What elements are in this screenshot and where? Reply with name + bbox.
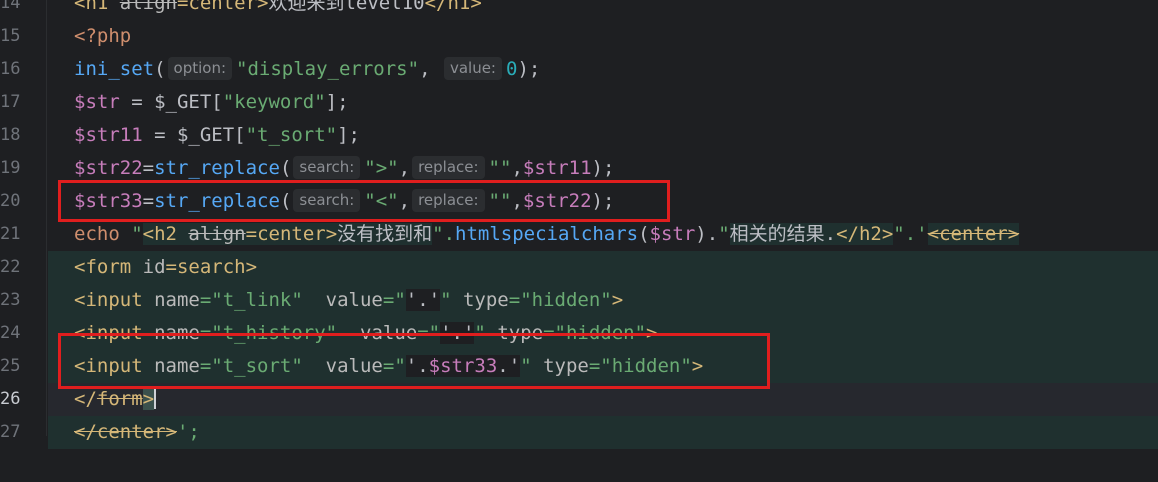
h1-text: 欢迎来到level10 <box>268 0 425 14</box>
function-name: ini_set <box>74 58 155 80</box>
number-literal: 0 <box>505 58 518 80</box>
h2-text: 没有找到和 <box>337 223 433 245</box>
code-line-14[interactable]: <h1 align=center>欢迎来到level10</h1> <box>48 0 1158 20</box>
code-line-21[interactable]: echo "<h2 align=center>没有找到和".htmlspecia… <box>48 218 1158 251</box>
line-number: 21 <box>0 224 21 244</box>
code-line-18[interactable]: $str11 = $_GET["t_sort"]; <box>48 119 1158 152</box>
string-literal: ">" <box>364 157 399 179</box>
h2-text: 相关的结果. <box>729 223 837 245</box>
statement-end: ]; <box>325 91 349 113</box>
code-line-17[interactable]: $str = $_GET["keyword"]; <box>48 86 1158 119</box>
variable: $str22 <box>74 157 143 179</box>
h1-close-tag: </h1> <box>424 0 482 14</box>
code-line-15[interactable]: <?php <box>48 20 1158 53</box>
get-access: = $_GET[ <box>142 124 246 146</box>
line-number: 23 <box>0 290 21 310</box>
param-hint-option: option: <box>167 57 233 80</box>
paren-close: ); <box>517 58 541 80</box>
align-attr: align <box>119 0 177 14</box>
string-quote: ". <box>432 223 456 245</box>
string-end: '; <box>176 421 200 443</box>
line-number: 25 <box>0 356 21 376</box>
param-hint-value: value: <box>443 57 502 80</box>
line-number: 18 <box>0 125 21 145</box>
form-close-end: > <box>142 388 155 410</box>
id-attr: id <box>142 256 166 278</box>
echo-keyword: echo <box>74 223 120 245</box>
paren: ( <box>154 58 166 80</box>
line-number: 15 <box>0 26 21 46</box>
id-value: =search> <box>165 256 258 278</box>
comma: , <box>419 58 442 80</box>
type-value: ="hidden" <box>508 289 612 311</box>
function-name: str_replace <box>154 157 280 179</box>
statement-end: ); <box>591 157 615 179</box>
name-value: ="t_link" <box>199 289 303 311</box>
code-line-23[interactable]: <input name="t_link" value="'.'" type="h… <box>48 284 1158 317</box>
string-literal: "" <box>488 157 512 179</box>
line-number: 17 <box>0 92 21 112</box>
string-quote: ".' <box>893 223 928 245</box>
function-name: htmlspecialchars <box>455 223 639 245</box>
line-number: 16 <box>0 59 21 79</box>
comma: , <box>511 157 523 179</box>
value-open: =" <box>382 289 406 311</box>
variable: $str <box>74 91 120 113</box>
text-cursor <box>154 387 157 409</box>
variable: $str <box>649 223 696 245</box>
variable: $str11 <box>522 157 592 179</box>
paren: ( <box>638 223 650 245</box>
type-attr: type <box>451 289 509 311</box>
form-close-open: </ <box>74 388 97 410</box>
line-number: 20 <box>0 191 21 211</box>
statement-end: ]; <box>337 124 360 146</box>
line-number: 24 <box>0 323 21 343</box>
align-attr: align <box>188 223 246 245</box>
h1-open-tag: <h1 <box>74 0 120 14</box>
form-open-tag: <form <box>74 256 143 278</box>
code-line-22[interactable]: <form id=search> <box>48 251 1158 284</box>
highlight-box-t-sort <box>58 333 770 389</box>
center-close-tag: </center> <box>74 421 177 443</box>
value-close: " <box>440 289 452 311</box>
form-close-name: form <box>96 388 143 410</box>
line-number: 19 <box>0 158 21 178</box>
highlight-box-str33 <box>58 180 670 222</box>
param-hint-search: search: <box>293 156 361 179</box>
string-literal: "keyword" <box>222 91 326 113</box>
value-attr: value <box>302 289 383 311</box>
param-hint-replace: replace: <box>412 156 485 179</box>
get-access: = $_GET[ <box>119 91 223 113</box>
h2-close-tag: </h2> <box>836 223 894 245</box>
center-tag: <center> <box>927 223 1020 245</box>
line-number-current: 26 <box>0 389 21 409</box>
assign: = <box>142 157 155 179</box>
paren: ( <box>279 157 292 179</box>
code-line-27[interactable]: </center>'; <box>48 416 1158 449</box>
comma: , <box>398 157 411 179</box>
concat-quote: '.' <box>405 289 441 311</box>
string-quote: " <box>718 223 730 245</box>
code-line-16[interactable]: ini_set(option: "display_errors", value: 0… <box>48 53 1158 86</box>
paren-close: ). <box>695 223 719 245</box>
line-number: 14 <box>0 0 21 13</box>
gutter-separator <box>46 0 47 436</box>
string-literal: "display_errors" <box>236 58 420 80</box>
align-value: =center> <box>245 223 338 245</box>
input-tag: <input <box>74 289 155 311</box>
variable: $str11 <box>74 124 143 146</box>
line-number: 22 <box>0 257 21 277</box>
line-number: 27 <box>0 422 21 442</box>
php-open-tag: <?php <box>74 25 132 47</box>
tag-end: > <box>611 289 624 311</box>
string-literal: "t_sort" <box>245 124 338 146</box>
string-quote: " <box>119 223 143 245</box>
name-attr: name <box>154 289 200 311</box>
h2-open-tag: <h2 <box>142 223 189 245</box>
align-value: =center> <box>176 0 269 14</box>
